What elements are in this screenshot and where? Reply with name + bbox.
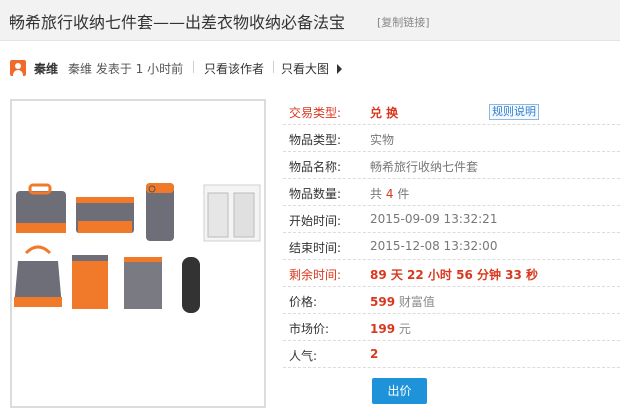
price-unit: 财富值	[398, 295, 435, 309]
field-value: 599 财富值	[370, 293, 435, 310]
quantity-unit: 件	[397, 187, 410, 201]
field-value: 兑 换	[370, 106, 399, 120]
field-label: 物品名称:	[289, 160, 342, 174]
info-row: 价格: 599 财富值	[283, 287, 620, 314]
bag-item	[16, 183, 66, 233]
title-bar: 畅希旅行收纳七件套——出差衣物收纳必备法宝 [复制链接]	[0, 0, 620, 41]
remaining-time: 89 天 22 小时 56 分钟 33 秒	[370, 268, 539, 282]
field-label: 交易类型:	[289, 106, 342, 120]
user-avatar-icon[interactable]	[10, 60, 26, 76]
bag-item	[76, 197, 134, 233]
info-row: 物品类型: 实物	[283, 125, 620, 152]
info-row: 交易类型: 兑 换 规则说明	[283, 98, 620, 125]
field-value: 畅希旅行收纳七件套	[370, 160, 479, 174]
rules-link[interactable]: 规则说明	[489, 104, 539, 120]
info-row: 结束时间: 2015-12-08 13:32:00	[283, 233, 620, 260]
field-label: 结束时间:	[289, 241, 342, 255]
field-label: 市场价:	[289, 322, 330, 336]
post-info: 秦维 发表于 1 小时前	[68, 62, 184, 76]
bag-item	[203, 184, 261, 242]
field-value: 共 4 件	[370, 185, 409, 202]
field-value: 2	[370, 347, 378, 361]
field-label: 开始时间:	[289, 214, 342, 228]
popularity-value: 2	[370, 347, 379, 361]
info-row: 人气: 2	[283, 341, 620, 368]
price-value: 599	[370, 295, 396, 309]
field-value: 2015-09-09 13:32:21	[370, 212, 498, 226]
quantity-prefix: 共	[370, 187, 383, 201]
quantity-value: 4	[385, 187, 394, 201]
author-name[interactable]: 秦维	[34, 60, 58, 77]
divider	[273, 61, 274, 73]
bag-item	[146, 183, 174, 241]
divider	[193, 61, 194, 73]
market-price-value: 199	[370, 322, 396, 336]
product-image[interactable]	[10, 99, 266, 408]
info-row: 剩余时间: 89 天 22 小时 56 分钟 33 秒	[283, 260, 620, 287]
info-row: 市场价: 199 元	[283, 314, 620, 341]
market-price-unit: 元	[398, 322, 411, 336]
product-info: 交易类型: 兑 换 规则说明 物品类型: 实物 物品名称: 畅希旅行收纳七件套 …	[283, 98, 620, 368]
field-label: 人气:	[289, 349, 318, 363]
product-photo	[12, 101, 264, 406]
copy-link[interactable]: [复制链接]	[377, 14, 430, 30]
page-title: 畅希旅行收纳七件套——出差衣物收纳必备法宝	[9, 13, 346, 32]
field-label: 价格:	[289, 295, 318, 309]
field-value: 199 元	[370, 320, 411, 337]
info-row: 物品名称: 畅希旅行收纳七件套	[283, 152, 620, 179]
bag-item	[124, 257, 162, 309]
info-row: 开始时间: 2015-09-09 13:32:21	[283, 206, 620, 233]
bag-item	[72, 255, 108, 309]
field-label: 物品数量:	[289, 187, 342, 201]
big-image-link[interactable]: 只看大图	[281, 60, 329, 77]
bid-button[interactable]: 出价	[372, 378, 427, 404]
author-bar: 秦维 秦维 发表于 1 小时前 只看该作者 只看大图	[0, 54, 620, 80]
field-value: 2015-12-08 13:32:00	[370, 239, 498, 253]
info-row: 物品数量: 共 4 件	[283, 179, 620, 206]
field-value: 实物	[370, 133, 395, 147]
field-label: 物品类型:	[289, 133, 342, 147]
only-author-link[interactable]: 只看该作者	[204, 60, 264, 77]
field-label: 剩余时间:	[289, 268, 342, 282]
bag-item	[182, 257, 200, 313]
play-arrow-icon[interactable]	[337, 64, 342, 74]
